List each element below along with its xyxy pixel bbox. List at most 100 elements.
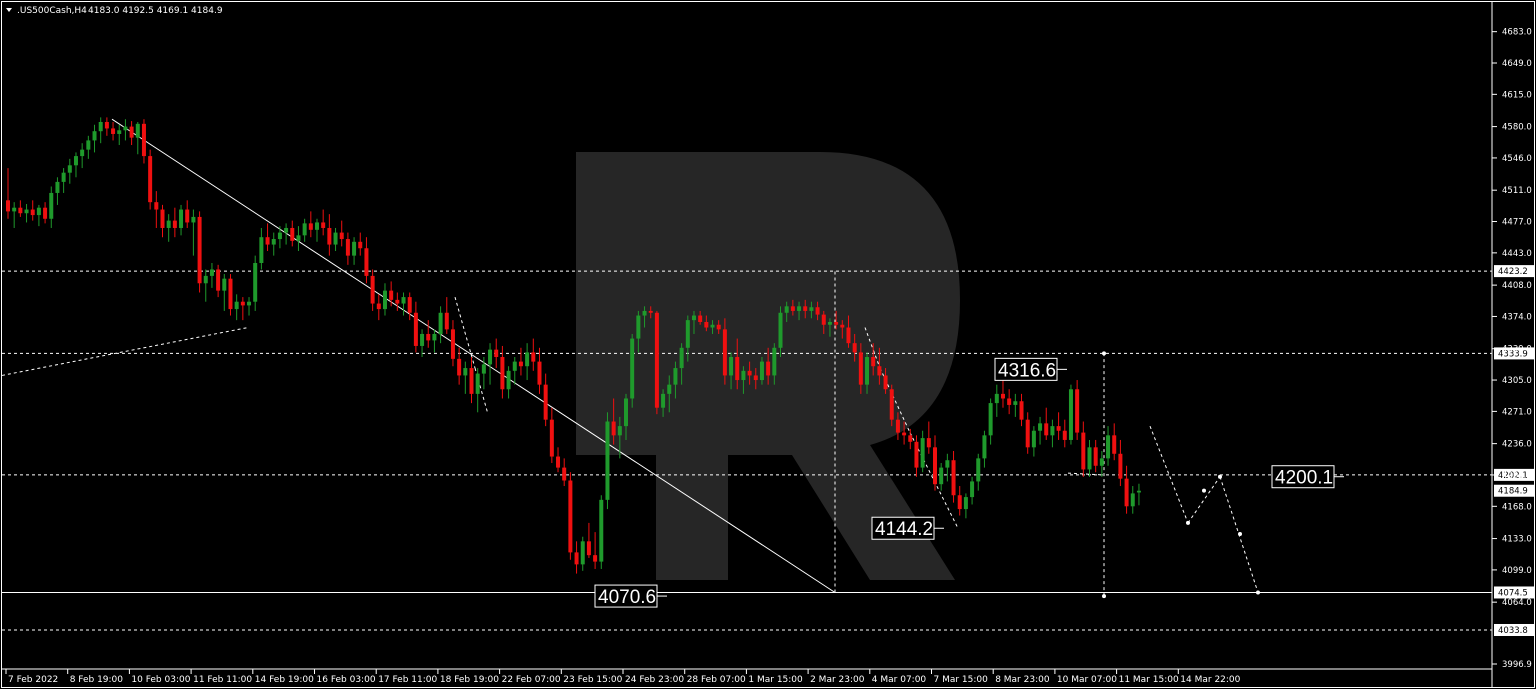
- candle-body: [333, 232, 338, 245]
- candle-body: [6, 200, 10, 212]
- candle-body: [1068, 389, 1073, 440]
- candle-body: [117, 130, 122, 134]
- candle-body: [376, 303, 381, 310]
- candle-body: [302, 223, 307, 236]
- annotation-text: 4070.6: [598, 587, 656, 608]
- forecast-point: [1102, 351, 1106, 356]
- candle-body: [308, 223, 313, 230]
- candle-body: [382, 290, 387, 310]
- candle-body: [185, 209, 190, 223]
- candle-body: [296, 235, 301, 241]
- candle-body: [815, 307, 820, 315]
- level-price-text: 4423.2: [1498, 267, 1528, 277]
- candle-body: [1099, 458, 1104, 466]
- candle-body: [135, 123, 140, 138]
- candle-body: [67, 165, 72, 173]
- y-tick-label: 4202.0: [1502, 471, 1532, 481]
- candle-body: [191, 216, 196, 223]
- candle-body: [327, 227, 332, 245]
- y-tick-label: 4615.0: [1502, 90, 1532, 100]
- y-tick-label: 4683.0: [1502, 28, 1532, 38]
- y-tick-label: 4477.0: [1502, 218, 1532, 228]
- x-tick-label: 4 Mar 07:00: [872, 675, 927, 685]
- candle-body: [1038, 423, 1043, 431]
- candle-body: [1050, 426, 1055, 436]
- candle-body: [846, 327, 851, 344]
- candle-body: [12, 207, 17, 212]
- candle-body: [580, 541, 585, 565]
- chart-ohlc: 4183.0 4192.5 4169.1 4184.9: [88, 6, 223, 16]
- candle-body: [790, 306, 795, 311]
- y-tick-label: 4339.0: [1502, 345, 1532, 355]
- candle-body: [55, 181, 60, 193]
- candle-body: [43, 207, 48, 219]
- candle-body: [858, 352, 863, 385]
- y-tick-label: 4133.0: [1502, 535, 1532, 545]
- x-tick-label: 7 Feb 2022: [8, 675, 58, 685]
- candle-body: [222, 278, 227, 291]
- candle-body: [401, 297, 406, 304]
- candle-body: [500, 357, 505, 390]
- candle-body: [599, 499, 604, 562]
- candle-body: [803, 306, 808, 311]
- x-tick-label: 11 Mar 15:00: [1119, 675, 1179, 685]
- y-tick-label: 4305.0: [1502, 376, 1532, 386]
- forecast-point: [1218, 474, 1222, 479]
- annotation-text: 4316.6: [998, 360, 1056, 381]
- x-tick-label: 2 Mar 23:00: [810, 675, 865, 685]
- candle-body: [1075, 389, 1080, 433]
- candle-body: [679, 347, 684, 369]
- candle-body: [469, 368, 474, 394]
- candle-body: [160, 209, 165, 228]
- candle-body: [463, 368, 468, 376]
- candle-body: [827, 321, 832, 325]
- x-tick-label: 18 Feb 19:00: [440, 675, 499, 685]
- candle-body: [265, 237, 270, 245]
- candle-body: [957, 495, 962, 510]
- candle-body: [877, 366, 882, 376]
- candle-body: [36, 207, 41, 216]
- candle-body: [234, 301, 239, 310]
- level-price-text: 4033.8: [1498, 626, 1528, 636]
- candle-body: [624, 398, 628, 427]
- candle-body: [1130, 493, 1135, 507]
- candle-body: [741, 370, 746, 381]
- candle-body: [24, 209, 29, 214]
- candle-body: [630, 338, 635, 399]
- candle-body: [1093, 447, 1098, 466]
- candle-body: [407, 297, 412, 313]
- candle-body: [481, 364, 486, 374]
- forecast-point: [1186, 520, 1190, 525]
- candle-body: [704, 321, 709, 328]
- candle-body: [648, 310, 653, 313]
- candle-body: [698, 315, 703, 322]
- candle-body: [1124, 478, 1129, 507]
- candle-body: [685, 320, 690, 348]
- candle-body: [710, 324, 715, 328]
- x-tick-label: 23 Feb 15:00: [563, 675, 622, 685]
- candle-body: [247, 301, 252, 306]
- candle-body: [111, 128, 116, 134]
- x-tick-label: 22 Feb 07:00: [502, 675, 561, 685]
- candle-body: [141, 123, 146, 157]
- y-tick-label: 4374.0: [1502, 312, 1532, 322]
- candle-body: [865, 357, 870, 385]
- candle-body: [784, 306, 789, 313]
- candle-body: [1025, 419, 1030, 448]
- y-tick-label: 4271.0: [1502, 407, 1532, 417]
- candle-body: [284, 227, 289, 233]
- candle-body: [661, 393, 666, 408]
- candle-body: [852, 343, 857, 353]
- candle-body: [253, 262, 258, 302]
- candle-body: [352, 241, 357, 256]
- x-tick-label: 28 Feb 07:00: [687, 675, 746, 685]
- candle-body: [389, 290, 394, 300]
- candle-body: [494, 349, 499, 358]
- candle-body: [1056, 426, 1061, 431]
- forecast-point: [1102, 594, 1106, 599]
- candle-body: [432, 333, 437, 341]
- candle-body: [537, 361, 542, 385]
- candle-body: [945, 460, 950, 468]
- candle-body: [123, 126, 128, 131]
- candle-body: [92, 131, 97, 141]
